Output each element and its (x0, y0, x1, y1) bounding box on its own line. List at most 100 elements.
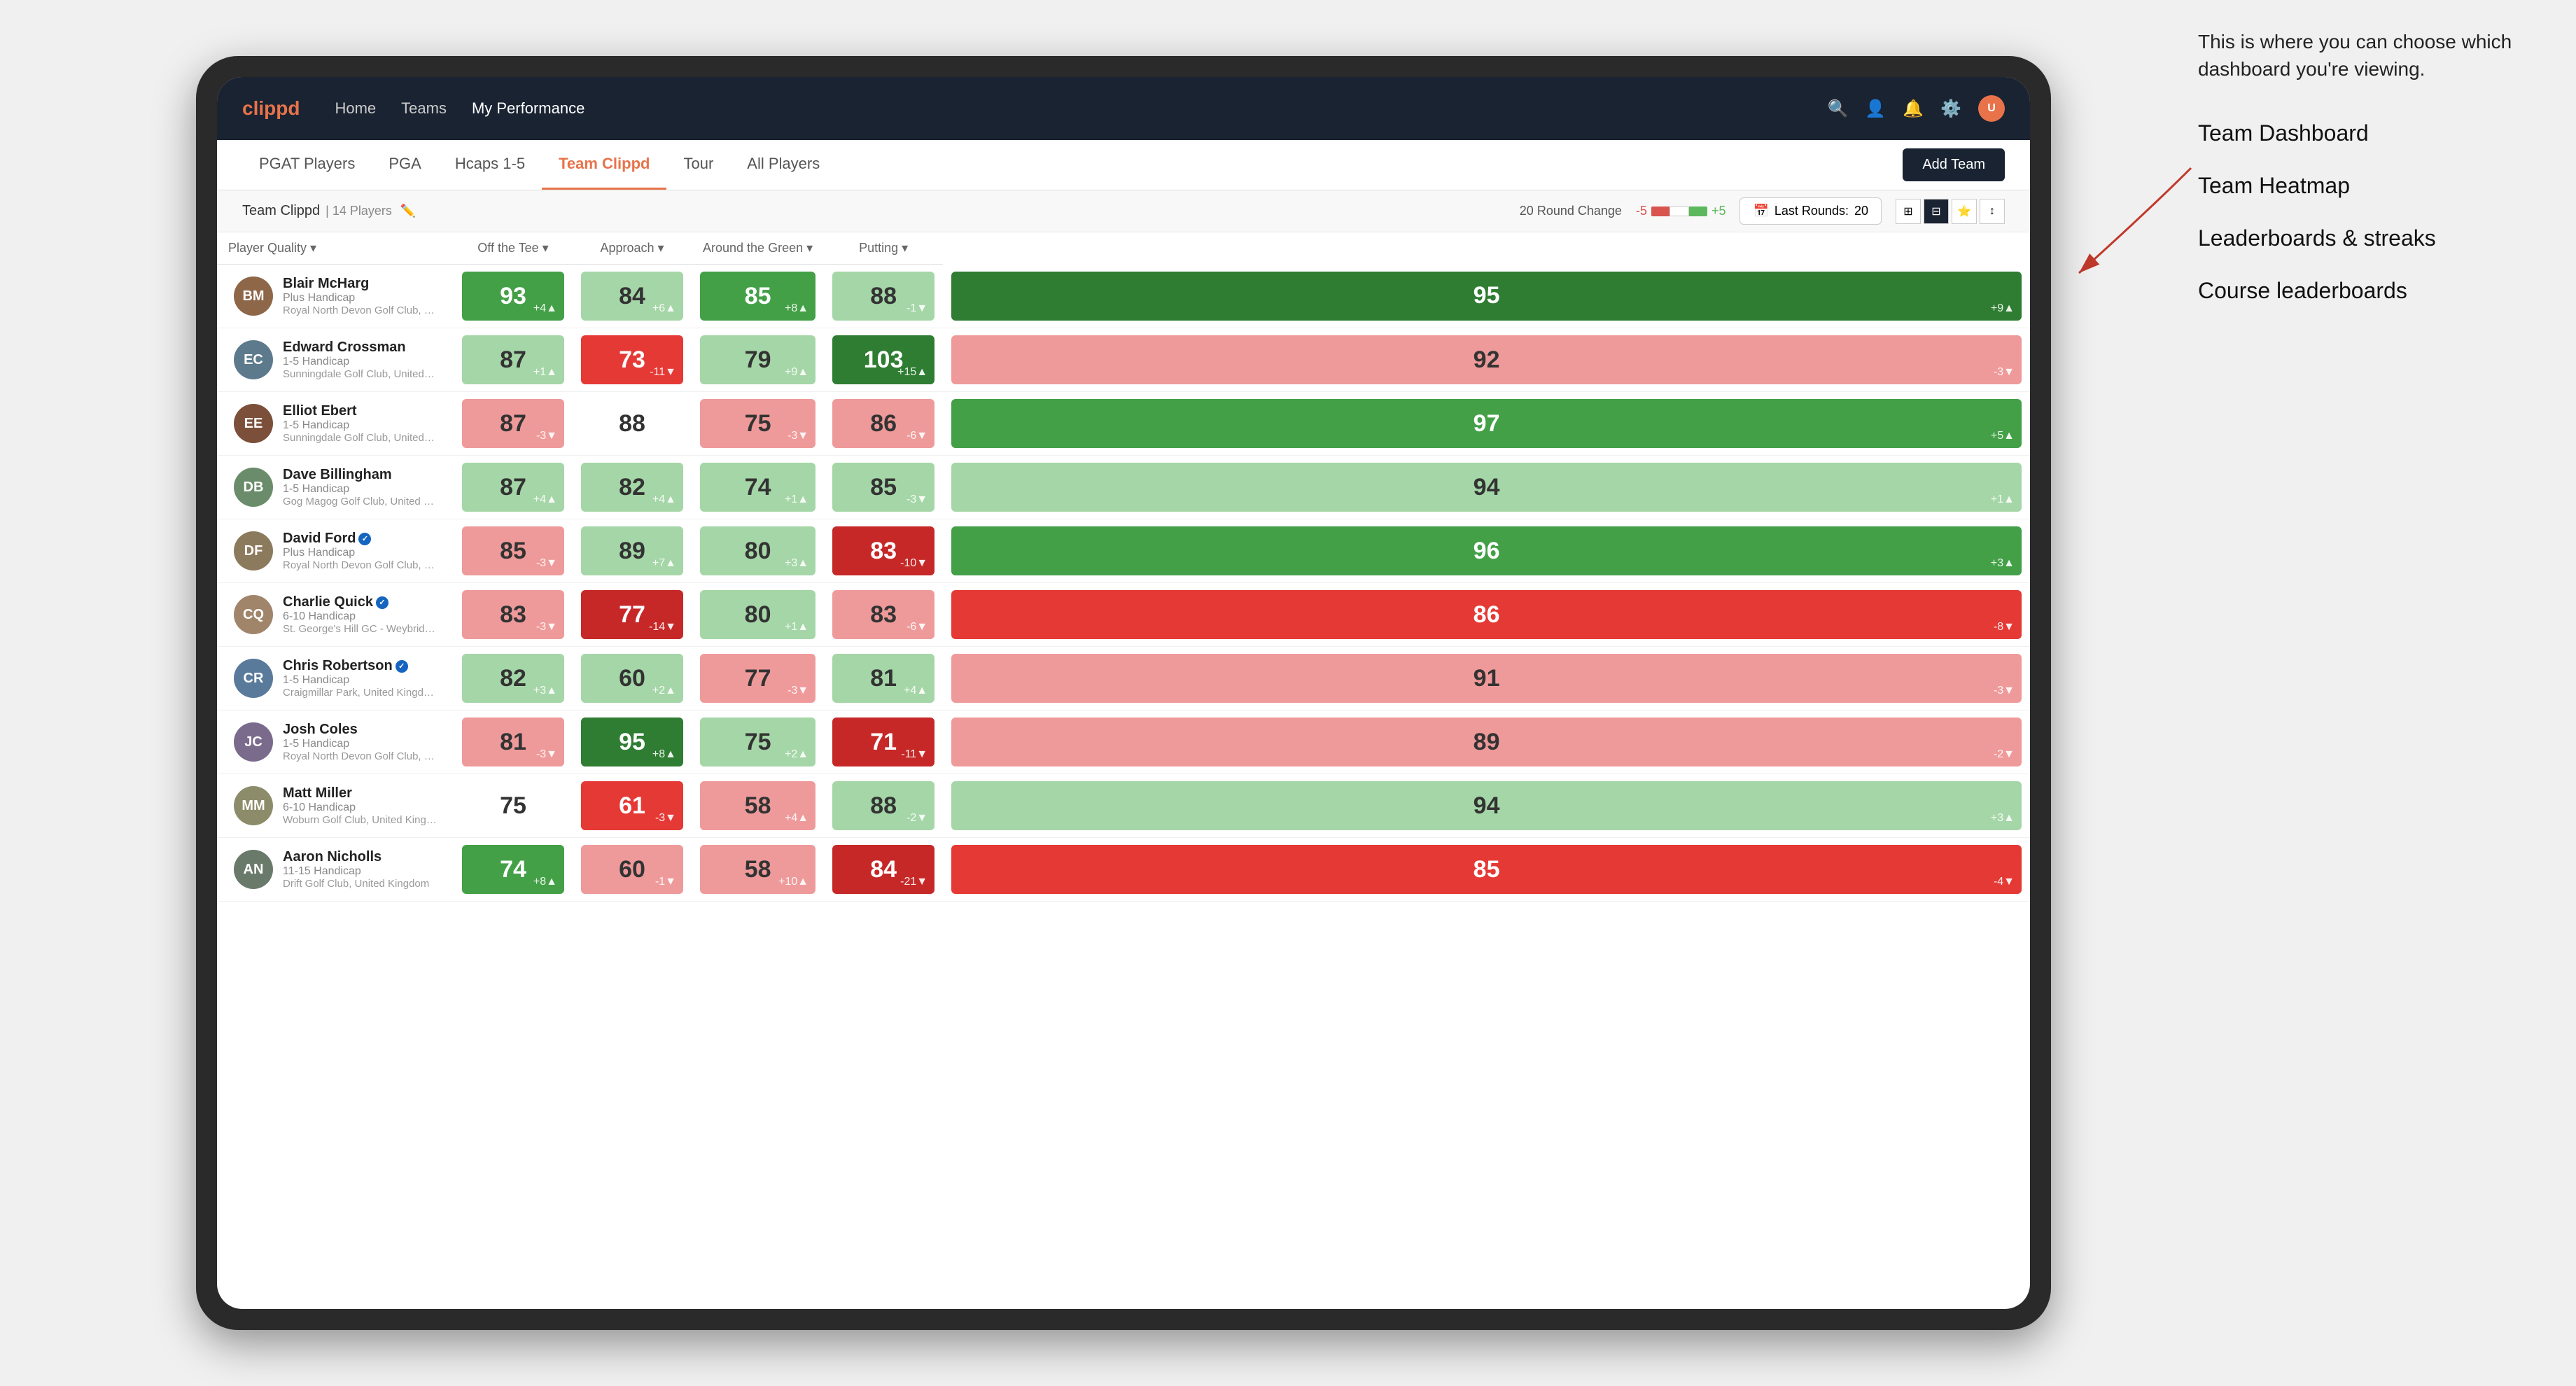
view-heatmap-button[interactable]: ⊟ (1924, 199, 1949, 224)
nav-my-performance[interactable]: My Performance (472, 99, 584, 118)
edit-icon[interactable]: ✏️ (400, 204, 416, 218)
score-change: +9▲ (785, 366, 808, 379)
score-cell: 94 +3▲ (943, 774, 2030, 838)
player-club: Woburn Golf Club, United Kingdom (283, 814, 437, 826)
player-cell[interactable]: MM Matt Miller 6-10 Handicap Woburn Golf… (217, 774, 454, 838)
sub-nav-item-pgat-players[interactable]: PGAT Players (242, 140, 372, 190)
score-value-cell: 88 -1▼ (832, 272, 934, 321)
score-change: -3▼ (1994, 366, 2015, 379)
score-cell: 83 -6▼ (824, 583, 943, 647)
player-avatar: BM (234, 276, 273, 316)
score-value-cell: 86 -8▼ (951, 590, 2022, 639)
player-info: Josh Coles 1-5 Handicap Royal North Devo… (283, 722, 437, 762)
player-cell[interactable]: BM Blair McHarg Plus Handicap Royal Nort… (217, 265, 454, 328)
table-header: Player Quality ▾ Off the Tee ▾ Approach … (217, 232, 2030, 265)
score-value-cell: 74 +1▲ (700, 463, 816, 512)
score-value-cell: 60 +2▲ (581, 654, 683, 703)
score-cell: 93 +4▲ (454, 265, 573, 328)
score-main: 58 (745, 792, 771, 820)
view-list-button[interactable]: ↕ (1980, 199, 2005, 224)
bell-icon[interactable]: 🔔 (1903, 99, 1924, 119)
score-main: 86 (870, 410, 897, 438)
view-star-button[interactable]: ⭐ (1952, 199, 1977, 224)
add-team-button[interactable]: Add Team (1903, 148, 2005, 181)
player-cell[interactable]: EC Edward Crossman 1-5 Handicap Sunningd… (217, 328, 454, 392)
player-hcp: 1-5 Handicap (283, 356, 437, 368)
nav-home[interactable]: Home (335, 99, 376, 118)
sub-nav-item-pga[interactable]: PGA (372, 140, 438, 190)
score-cell: 96 +3▲ (943, 519, 2030, 583)
player-cell[interactable]: DB Dave Billingham 1-5 Handicap Gog Mago… (217, 456, 454, 519)
score-change: +4▲ (904, 685, 927, 697)
score-cell: 86 -6▼ (824, 392, 943, 456)
score-value-cell: 84 +6▲ (581, 272, 683, 321)
score-main: 60 (619, 665, 645, 692)
score-main: 77 (745, 665, 771, 692)
score-main: 92 (1474, 346, 1500, 374)
score-main: 77 (619, 601, 645, 629)
team-count: | 14 Players (326, 204, 392, 218)
score-change: +4▲ (652, 493, 676, 506)
score-value-cell: 85 -3▼ (462, 526, 564, 575)
score-value-cell: 85 +8▲ (700, 272, 816, 321)
player-info: Aaron Nicholls 11-15 Handicap Drift Golf… (283, 849, 429, 890)
player-name: Dave Billingham (283, 467, 437, 483)
player-cell[interactable]: JC Josh Coles 1-5 Handicap Royal North D… (217, 710, 454, 774)
score-value-cell: 73 -11▼ (581, 335, 683, 384)
player-cell[interactable]: CR Chris Robertson✓ 1-5 Handicap Craigmi… (217, 647, 454, 710)
annotation-panel: This is where you can choose which dashb… (2198, 28, 2534, 328)
score-cell: 80 +3▲ (692, 519, 824, 583)
score-value-cell: 84 -21▼ (832, 845, 934, 894)
score-cell: 82 +3▲ (454, 647, 573, 710)
view-grid-button[interactable]: ⊞ (1896, 199, 1921, 224)
score-value-cell: 88 (581, 399, 683, 448)
score-main: 89 (619, 538, 645, 565)
nav-icons: 🔍 👤 🔔 ⚙️ U (1827, 95, 2005, 122)
player-name: Aaron Nicholls (283, 849, 429, 865)
nav-teams[interactable]: Teams (401, 99, 447, 118)
score-change: -3▼ (536, 430, 557, 442)
player-avatar: DF (234, 531, 273, 570)
player-hcp: 1-5 Handicap (283, 738, 437, 750)
score-value-cell: 88 -2▼ (832, 781, 934, 830)
score-change: +8▲ (652, 748, 676, 761)
score-cell: 87 -3▼ (454, 392, 573, 456)
player-avatar: EE (234, 404, 273, 443)
score-change: -3▼ (788, 430, 808, 442)
settings-icon[interactable]: ⚙️ (1940, 99, 1961, 119)
sub-nav-item-all-players[interactable]: All Players (730, 140, 836, 190)
score-main: 84 (870, 856, 897, 883)
annotation-list-item: Team Dashboard (2198, 118, 2534, 149)
score-main: 94 (1474, 792, 1500, 820)
score-cell: 81 +4▲ (824, 647, 943, 710)
score-cell: 58 +10▲ (692, 838, 824, 902)
pos-change: +5 (1712, 204, 1726, 218)
sub-nav-item-hcaps-1-5[interactable]: Hcaps 1-5 (438, 140, 542, 190)
player-cell[interactable]: DF David Ford✓ Plus Handicap Royal North… (217, 519, 454, 583)
score-change: -6▼ (906, 430, 927, 442)
user-avatar[interactable]: U (1978, 95, 2005, 122)
player-cell[interactable]: EE Elliot Ebert 1-5 Handicap Sunningdale… (217, 392, 454, 456)
score-value-cell: 97 +5▲ (951, 399, 2022, 448)
player-cell[interactable]: CQ Charlie Quick✓ 6-10 Handicap St. Geor… (217, 583, 454, 647)
score-main: 81 (500, 729, 526, 756)
score-main: 82 (619, 474, 645, 501)
person-icon[interactable]: 👤 (1865, 99, 1886, 119)
player-cell[interactable]: AN Aaron Nicholls 11-15 Handicap Drift G… (217, 838, 454, 902)
score-cell: 88 (573, 392, 692, 456)
score-cell: 85 -3▼ (454, 519, 573, 583)
last-rounds-button[interactable]: 📅 Last Rounds: 20 (1740, 197, 1882, 225)
team-bar: Team Clippd | 14 Players ✏️ 20 Round Cha… (217, 190, 2030, 232)
score-change: -3▼ (536, 748, 557, 761)
score-value-cell: 79 +9▲ (700, 335, 816, 384)
sub-nav-item-tour[interactable]: Tour (666, 140, 730, 190)
score-change: -1▼ (655, 876, 676, 888)
score-cell: 85 -3▼ (824, 456, 943, 519)
player-name: Elliot Ebert (283, 403, 437, 419)
score-main: 81 (870, 665, 897, 692)
search-icon[interactable]: 🔍 (1827, 99, 1848, 119)
score-cell: 94 +1▲ (943, 456, 2030, 519)
sub-nav-item-team-clippd[interactable]: Team Clippd (542, 140, 666, 190)
score-main: 79 (745, 346, 771, 374)
view-icons: ⊞ ⊟ ⭐ ↕ (1896, 199, 2005, 224)
